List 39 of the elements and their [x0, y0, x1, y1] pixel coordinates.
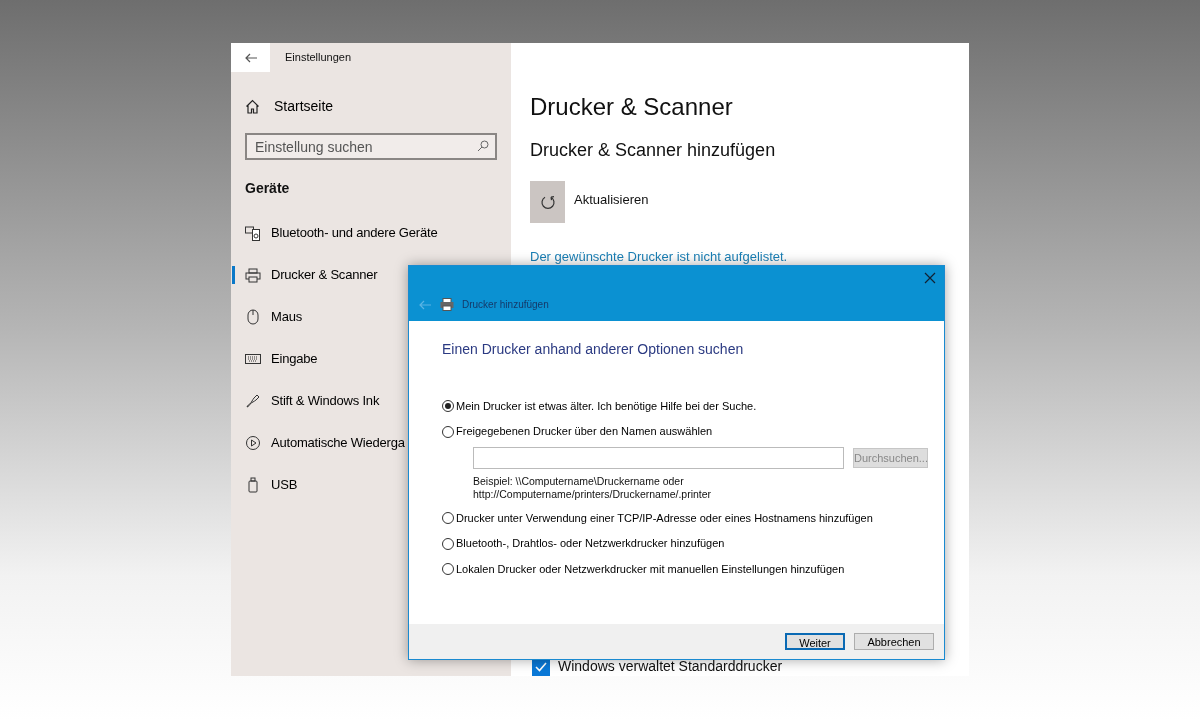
usb-drive-icon [248, 477, 258, 493]
section-heading: Geräte [245, 179, 291, 198]
checkbox-label: Windows verwaltet Standarddrucker [558, 657, 783, 676]
back-arrow-icon [418, 299, 432, 310]
sidebar-item[interactable]: Bluetooth- und andere Geräte [231, 212, 511, 254]
refresh-icon [539, 194, 556, 211]
radio-option[interactable]: Mein Drucker ist etwas älter. Ich benötige Hilfe bei der Suche. [442, 397, 757, 415]
refresh-label: Aktualisieren [574, 191, 649, 210]
printer-icon [440, 298, 454, 311]
window-title: Einstellungen [285, 50, 352, 66]
dialog-button[interactable]: Abbrechen [854, 633, 934, 650]
search-field[interactable]: Einstellung suchen [245, 133, 497, 160]
radio-option[interactable]: Lokalen Drucker oder Netzwerkdrucker mit manuellen Einstellungen hinzufügen [442, 560, 845, 578]
dialog-title: Drucker hinzufügen [462, 298, 549, 312]
printer-not-listed-link[interactable]: Der gewünschte Drucker ist nicht aufgelistet. [530, 247, 788, 267]
close-icon [923, 271, 937, 285]
radio-option[interactable]: Bluetooth-, Drahtlos- oder Netzwerkdrucker hinzufügen [442, 535, 725, 552]
sidebar-item[interactable]: Drucker & Scanner [231, 254, 511, 296]
autoplay-icon [245, 435, 261, 451]
printer-name-field[interactable] [473, 446, 844, 469]
selection-indicator [232, 266, 235, 284]
radio-option[interactable]: Drucker unter Verwendung einer TCP/IP-Adresse oder eines Hostnamens hinzufügen [442, 509, 873, 527]
search-icon [477, 140, 489, 152]
home-link[interactable]: Startseite [245, 96, 334, 117]
dialog-heading: Einen Drucker anhand anderer Optionen suchen [442, 341, 745, 358]
printer-icon [245, 267, 261, 283]
page-title: Drucker & Scanner [530, 93, 734, 122]
back-arrow-icon [243, 52, 258, 63]
close-button[interactable] [923, 271, 937, 285]
home-icon [245, 99, 260, 114]
pen-icon [245, 393, 261, 409]
mouse-icon [247, 309, 259, 325]
dialog-button[interactable]: Weiter [785, 633, 845, 650]
radio-option[interactable]: Freigegebenen Drucker über den Namen auswählen [442, 423, 713, 440]
section-heading: Drucker & Scanner hinzufügen [530, 139, 777, 162]
devices-icon [245, 225, 261, 241]
example-text: Beispiel: \\Computername\Druckername oder http://Computername/printers/Druckername/.printer [473, 474, 713, 501]
refresh-button[interactable] [530, 181, 565, 224]
keyboard-icon [245, 354, 261, 364]
